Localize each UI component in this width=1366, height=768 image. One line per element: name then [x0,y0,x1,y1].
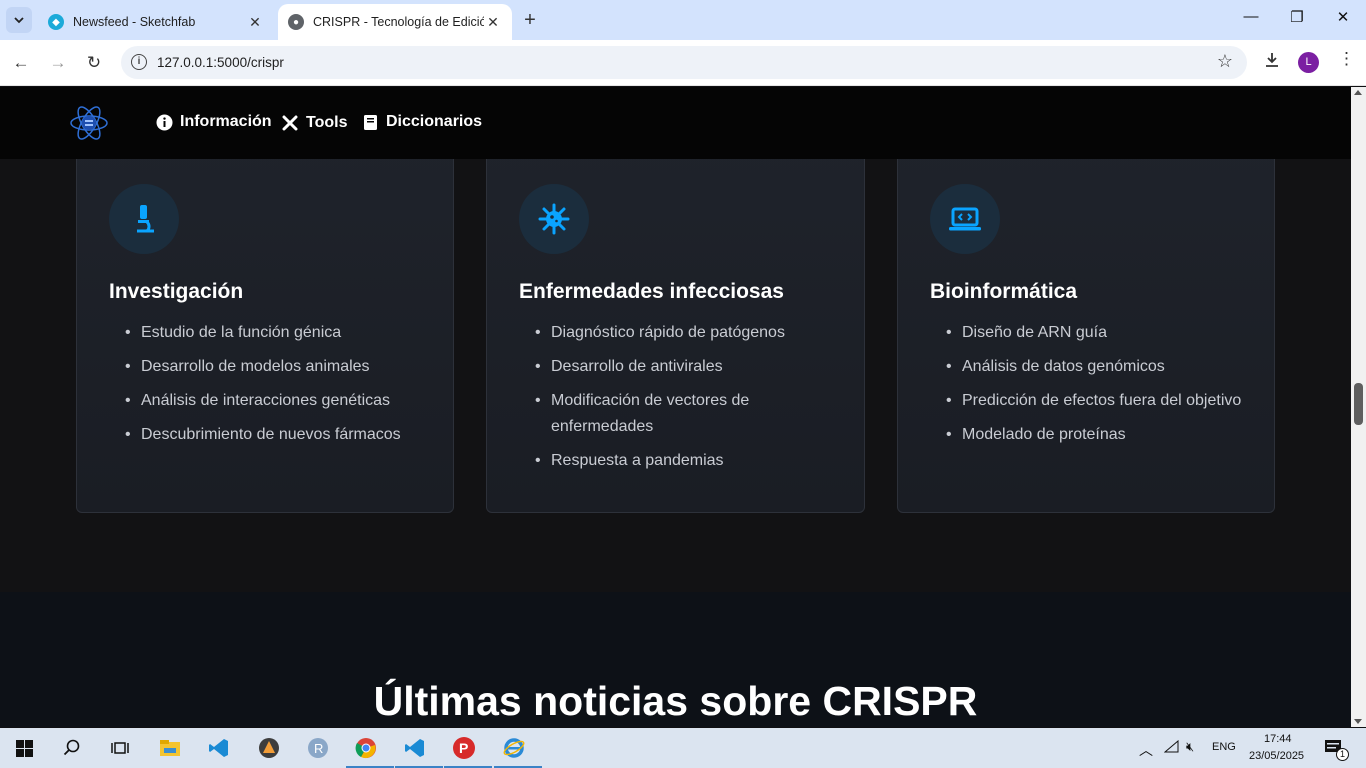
url-text: 127.0.0.1:5000/crispr [157,55,284,70]
list-item: · Diagnóstico rápido de patógenos [519,320,839,346]
nav-diccionarios[interactable]: Diccionarios [361,113,482,131]
card-list: · Diagnóstico rápido de patógenos · Desarr… [519,320,839,482]
search-icon[interactable] [52,732,92,764]
laptop-code-icon [949,207,981,231]
tab-newsfeed[interactable]: ◆ Newsfeed - Sketchfab ✕ [38,4,274,40]
nav-tools[interactable]: Tools [281,114,347,132]
sketchfab-icon: ◆ [48,14,64,30]
clock-date[interactable]: 23/05/2025 [1249,750,1304,762]
site-info-icon[interactable]: i [131,54,147,70]
bookmark-star-icon[interactable]: ☆ [1217,51,1233,72]
list-item: · Respuesta a pandemias [519,448,839,474]
close-window-button[interactable]: ✕ [1320,8,1366,32]
list-item: · Predicción de efectos fuera del objetiv… [930,388,1250,414]
svg-text:R: R [314,741,323,756]
scroll-up-arrow-icon[interactable] [1354,90,1362,95]
nav-label: Información [180,113,272,130]
task-view-icon[interactable] [100,732,140,764]
list-item: · Desarrollo de modelos animales [109,354,429,380]
list-item: · Análisis de datos genómicos [930,354,1250,380]
internet-explorer-icon[interactable] [494,732,542,768]
list-item: · Estudio de la función génica [109,320,429,346]
book-icon [361,113,379,131]
chevron-down-icon [14,17,24,24]
news-section: Últimas noticias sobre CRISPR [0,592,1351,727]
nav-label: Diccionarios [386,113,483,130]
card-investigacion: Investigación · Estudio de la función gén… [76,137,454,513]
close-icon[interactable]: ✕ [484,14,502,31]
svg-text:P: P [459,740,468,756]
tools-icon [281,114,299,132]
card-title: Bioinformática [930,280,1078,303]
new-tab-button[interactable]: + [519,10,541,32]
globe-icon: ● [288,14,304,30]
address-bar[interactable]: i 127.0.0.1:5000/crispr ☆ [121,46,1247,79]
tab-search-button[interactable] [6,7,32,33]
card-title: Enfermedades infecciosas [519,280,784,303]
card-list: · Estudio de la función génica · Desarroll… [109,320,429,456]
card-list: · Diseño de ARN guía · Análisis de datos g… [930,320,1250,456]
list-item: · Modificación de vectores de enfermedade… [519,388,839,439]
card-title: Investigación [109,280,244,303]
site-navbar: Información Tools Diccionarios [0,87,1351,159]
menu-kebab-icon[interactable]: ⋮ [1338,49,1355,69]
minimize-button[interactable]: — [1228,8,1274,32]
page-viewport: Información Tools Diccionarios Investiga… [0,87,1351,727]
tab-title: CRISPR - Tecnología de Edición [313,15,484,29]
info-circle-icon [155,113,173,131]
forward-button[interactable]: → [45,50,71,76]
list-item: · Desarrollo de antivirales [519,354,839,380]
browser-toolbar: ← → ↻ i 127.0.0.1:5000/crispr ☆ L ⋮ [0,40,1366,86]
nav-label: Tools [306,114,348,131]
page-scrollbar[interactable] [1351,87,1366,727]
close-icon[interactable]: ✕ [246,14,264,31]
network-icon[interactable] [1163,739,1179,757]
r-language-icon[interactable]: R [298,732,338,764]
vscode-icon[interactable] [199,732,239,764]
notification-count-badge: 1 [1336,748,1349,761]
psiphon-icon[interactable]: P [444,732,492,768]
clock-time[interactable]: 17:44 [1264,733,1292,745]
reload-button[interactable]: ↻ [81,50,107,76]
language-indicator[interactable]: ENG [1212,741,1236,753]
list-item: · Análisis de interacciones genéticas [109,388,429,414]
chrome-icon[interactable] [346,732,394,768]
windows-start-icon[interactable] [4,732,44,764]
list-item: · Modelado de proteínas [930,422,1250,448]
scroll-down-arrow-icon[interactable] [1354,719,1362,724]
back-button[interactable]: ← [8,50,34,76]
atom-logo-icon[interactable] [68,102,110,144]
icon-badge [109,184,179,254]
card-bioinformatica: Bioinformática · Diseño de ARN guía · Anál… [897,137,1275,513]
file-explorer-icon[interactable] [150,732,190,764]
download-icon[interactable] [1263,51,1281,74]
windows-taskbar: R P ︿ 🔇︎ ENG 17:44 23/05/2025 1 [0,728,1366,768]
volume-muted-icon[interactable]: 🔇︎ [1186,739,1194,755]
list-item: · Diseño de ARN guía [930,320,1250,346]
card-enfermedades: Enfermedades infecciosas · Diagnóstico rá… [486,137,865,513]
profile-avatar[interactable]: L [1298,52,1319,73]
list-item: · Descubrimiento de nuevos fármacos [109,422,429,448]
news-heading: Últimas noticias sobre CRISPR [373,678,978,724]
tab-title: Newsfeed - Sketchfab [73,15,196,29]
tab-crispr[interactable]: ● CRISPR - Tecnología de Edición ✕ [278,4,512,40]
browser-tab-bar: ◆ Newsfeed - Sketchfab ✕ ● CRISPR - Tecn… [0,0,1366,40]
icon-badge [519,184,589,254]
scrollbar-thumb[interactable] [1354,383,1363,425]
icon-badge [930,184,1000,254]
restore-button[interactable]: ❐ [1274,8,1320,32]
anaconda-icon[interactable] [249,732,289,764]
virus-icon [538,203,570,235]
vscode-icon[interactable] [395,732,443,768]
nav-informacion[interactable]: Información [155,113,272,131]
show-hidden-icons-chevron-icon[interactable]: ︿ [1139,740,1153,760]
microscope-icon [137,205,154,233]
